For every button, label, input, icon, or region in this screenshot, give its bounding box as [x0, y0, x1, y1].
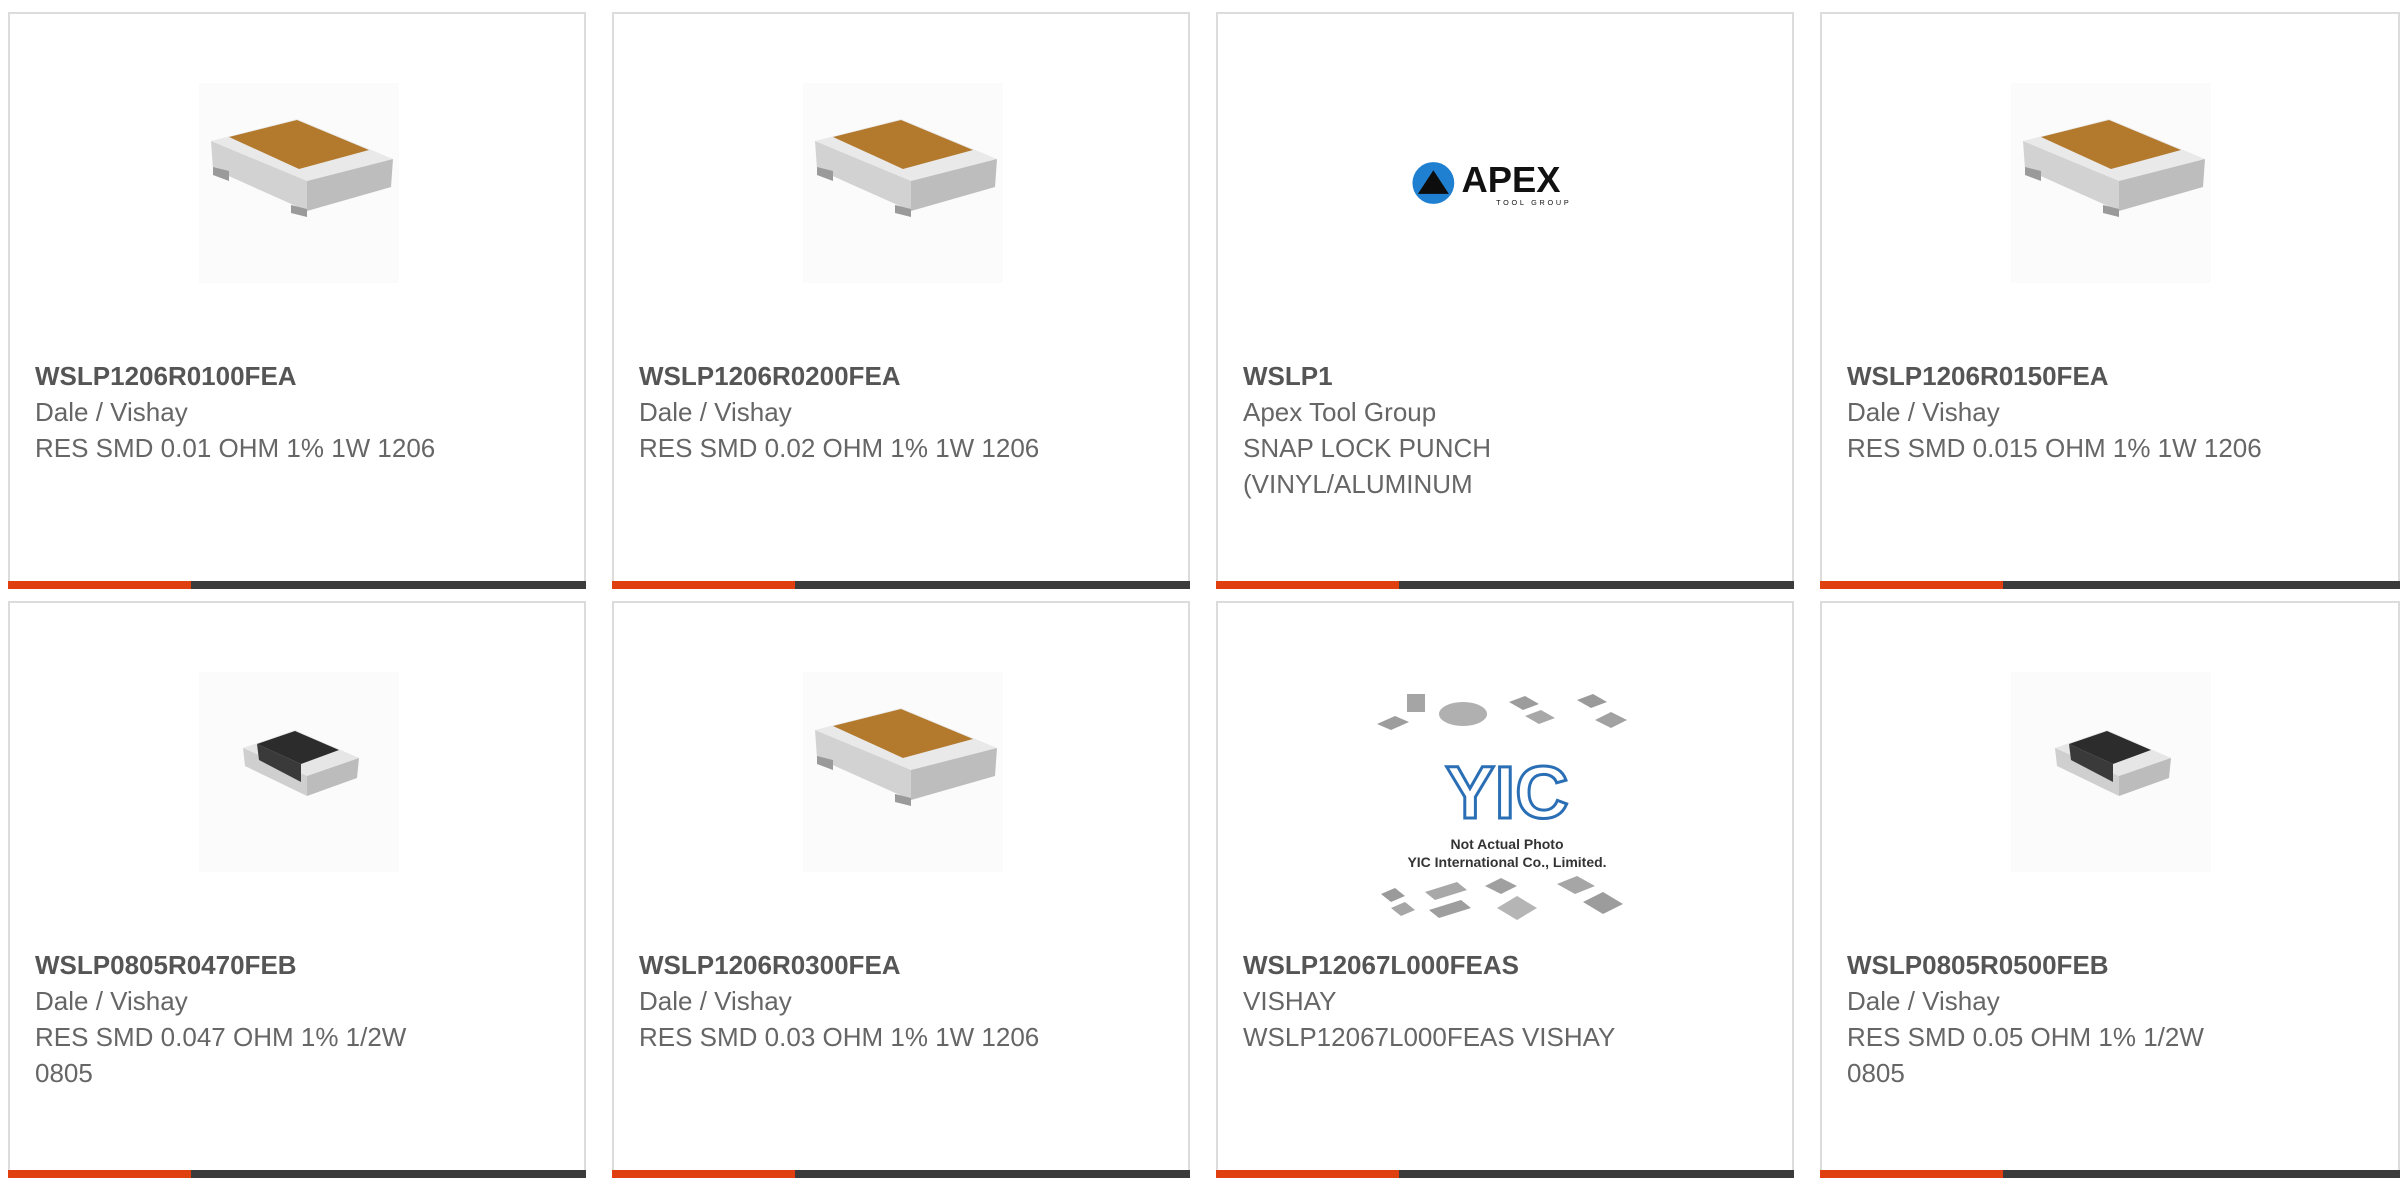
product-info: WSLP1206R0300FEA Dale / Vishay RES SMD 0…: [639, 947, 1059, 1055]
manufacturer: Dale / Vishay: [639, 397, 792, 427]
part-number[interactable]: WSLP1206R0300FEA: [639, 947, 1059, 983]
part-number[interactable]: WSLP1206R0150FEA: [1847, 358, 2267, 394]
card-bottom-bar: [1216, 1170, 1794, 1178]
product-info: WSLP1 Apex Tool Group SNAP LOCK PUNCH (V…: [1243, 358, 1663, 502]
product-image[interactable]: [803, 672, 1003, 872]
card-accent-bar: [8, 1170, 191, 1178]
product-info: WSLP0805R0500FEB Dale / Vishay RES SMD 0…: [1847, 947, 2267, 1091]
product-card[interactable]: WSLP1206R0150FEA Dale / Vishay RES SMD 0…: [1820, 12, 2400, 589]
description: RES SMD 0.01 OHM 1% 1W 1206: [35, 433, 436, 463]
product-card[interactable]: WSLP1206R0300FEA Dale / Vishay RES SMD 0…: [612, 601, 1190, 1178]
product-image[interactable]: [803, 83, 1003, 283]
part-number[interactable]: WSLP1206R0200FEA: [639, 358, 1059, 394]
product-card[interactable]: WSLP0805R0500FEB Dale / Vishay RES SMD 0…: [1820, 601, 2400, 1178]
card-accent-bar: [1820, 581, 2003, 589]
card-bottom-bar: [1216, 581, 1794, 589]
product-image[interactable]: APEX TOOL GROUP: [1407, 83, 1607, 283]
card-bottom-bar: [8, 581, 586, 589]
product-card[interactable]: YIC Not Actual Photo YIC International C…: [1216, 601, 1794, 1178]
apex-logo: APEX TOOL GROUP: [1412, 159, 1571, 207]
chip-resistor-1206-icon: [803, 83, 1003, 283]
description: SNAP LOCK PUNCH (VINYL/ALUMINUM: [1243, 433, 1492, 499]
card-bottom-bar: [1820, 1170, 2400, 1178]
manufacturer: Apex Tool Group: [1243, 397, 1437, 427]
card-accent-bar: [612, 581, 795, 589]
manufacturer: Dale / Vishay: [1847, 986, 2000, 1016]
yic-logo: YIC: [1445, 751, 1568, 834]
manufacturer: Dale / Vishay: [35, 397, 188, 427]
manufacturer: Dale / Vishay: [639, 986, 792, 1016]
card-bottom-bar: [1820, 581, 2400, 589]
part-number[interactable]: WSLP0805R0470FEB: [35, 947, 455, 983]
apex-logo-subtext: TOOL GROUP: [1496, 198, 1571, 207]
part-number[interactable]: WSLP12067L000FEAS: [1243, 947, 1663, 983]
card-bottom-bar: [8, 1170, 586, 1178]
product-image[interactable]: [199, 83, 399, 283]
product-card[interactable]: APEX TOOL GROUP WSLP1 Apex Tool Group SN…: [1216, 12, 1794, 589]
product-image[interactable]: [199, 672, 399, 872]
card-accent-bar: [612, 1170, 795, 1178]
description: RES SMD 0.047 OHM 1% 1/2W 0805: [35, 1022, 407, 1088]
card-accent-bar: [1216, 581, 1399, 589]
product-info: WSLP1206R0100FEA Dale / Vishay RES SMD 0…: [35, 358, 455, 466]
product-card[interactable]: WSLP1206R0200FEA Dale / Vishay RES SMD 0…: [612, 12, 1190, 589]
product-grid: WSLP1206R0100FEA Dale / Vishay RES SMD 0…: [0, 0, 2400, 1178]
product-image[interactable]: [2011, 83, 2211, 283]
yic-caption-line2: YIC International Co., Limited.: [1407, 854, 1606, 870]
product-info: WSLP1206R0150FEA Dale / Vishay RES SMD 0…: [1847, 358, 2267, 466]
product-image[interactable]: [2011, 672, 2211, 872]
part-number[interactable]: WSLP1: [1243, 358, 1663, 394]
description: RES SMD 0.03 OHM 1% 1W 1206: [639, 1022, 1040, 1052]
description: RES SMD 0.05 OHM 1% 1/2W 0805: [1847, 1022, 2204, 1088]
description: RES SMD 0.02 OHM 1% 1W 1206: [639, 433, 1040, 463]
chip-resistor-1206-icon: [803, 672, 1003, 872]
description: RES SMD 0.015 OHM 1% 1W 1206: [1847, 433, 2262, 463]
yic-placeholder-image: YIC Not Actual Photo YIC International C…: [1377, 694, 1627, 920]
card-accent-bar: [1820, 1170, 2003, 1178]
manufacturer: Dale / Vishay: [35, 986, 188, 1016]
description: WSLP12067L000FEAS VISHAY: [1243, 1022, 1616, 1052]
chip-resistor-1206-icon: [199, 83, 399, 283]
manufacturer: VISHAY: [1243, 986, 1337, 1016]
product-card[interactable]: WSLP0805R0470FEB Dale / Vishay RES SMD 0…: [8, 601, 586, 1178]
part-number[interactable]: WSLP1206R0100FEA: [35, 358, 455, 394]
chip-resistor-1206-icon: [2011, 83, 2211, 283]
product-card[interactable]: WSLP1206R0100FEA Dale / Vishay RES SMD 0…: [8, 12, 586, 589]
product-info: WSLP1206R0200FEA Dale / Vishay RES SMD 0…: [639, 358, 1059, 466]
card-accent-bar: [1216, 1170, 1399, 1178]
chip-resistor-0805-icon: [199, 672, 399, 872]
product-image[interactable]: YIC Not Actual Photo YIC International C…: [1367, 686, 1647, 926]
card-bottom-bar: [612, 581, 1190, 589]
yic-caption-line1: Not Actual Photo: [1450, 836, 1563, 852]
apex-logo-text: APEX: [1462, 159, 1561, 200]
product-info: WSLP12067L000FEAS VISHAY WSLP12067L000FE…: [1243, 947, 1663, 1055]
chip-resistor-0805-icon: [2011, 672, 2211, 872]
part-number[interactable]: WSLP0805R0500FEB: [1847, 947, 2267, 983]
product-info: WSLP0805R0470FEB Dale / Vishay RES SMD 0…: [35, 947, 455, 1091]
card-bottom-bar: [612, 1170, 1190, 1178]
manufacturer: Dale / Vishay: [1847, 397, 2000, 427]
card-accent-bar: [8, 581, 191, 589]
